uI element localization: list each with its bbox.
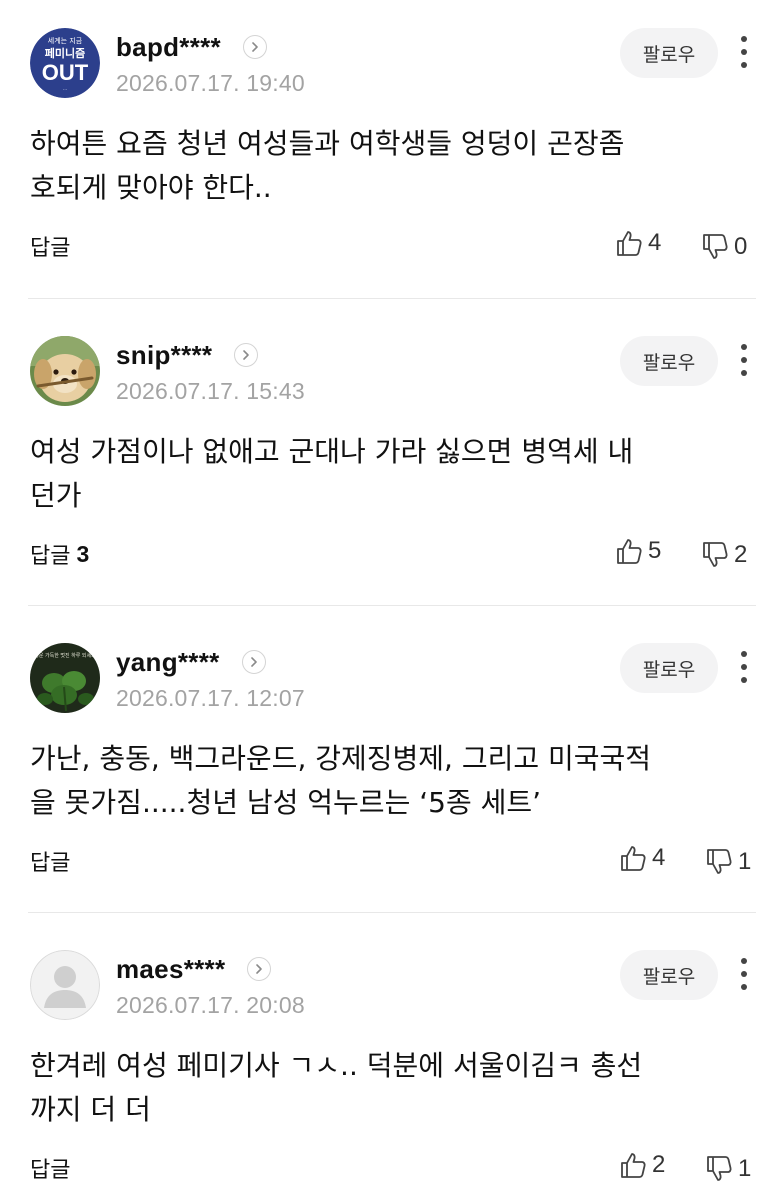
divider xyxy=(28,912,756,913)
avatar-badge-mid-text: 페미니즘 xyxy=(45,46,85,60)
reply-label: 답글 xyxy=(30,544,71,569)
avatar-badge-top-text: 세계는 지금 xyxy=(48,36,83,45)
reply-count: 3 xyxy=(76,540,90,567)
comment-item: snip**** 2026.07.17. 15:43 팔로우 여성 가점이나 없… xyxy=(0,336,783,606)
timestamp: 2026.07.17. 20:08 xyxy=(116,992,305,1018)
reply-button[interactable]: 답글 3 xyxy=(30,538,89,570)
avatar[interactable] xyxy=(30,950,100,1020)
like-count: 5 xyxy=(648,537,662,564)
reply-label: 답글 xyxy=(30,236,71,261)
comment-text: 여성 가점이나 없애고 군대나 가라 싫으면 병역세 내 던가 xyxy=(30,435,634,512)
dislike-count: 1 xyxy=(738,848,752,875)
more-vertical-icon[interactable] xyxy=(730,647,758,687)
reply-button[interactable]: 답글 xyxy=(30,1152,76,1184)
reply-button[interactable]: 답글 xyxy=(30,230,76,262)
thumbs-up-icon xyxy=(617,231,642,256)
username-row: bapd**** xyxy=(116,32,267,62)
dislike-count: 1 xyxy=(738,1155,752,1182)
thumbs-up-icon xyxy=(621,1153,646,1178)
username-row: maes**** xyxy=(116,954,272,985)
like-count: 4 xyxy=(648,229,662,256)
timestamp: 2026.07.17. 19:40 xyxy=(116,70,305,96)
username[interactable]: maes**** xyxy=(116,954,225,985)
chevron-right-icon[interactable] xyxy=(242,35,267,59)
comment-item: 세계는 지금 페미니즘 OUT ... bapd**** 2026.07.17.… xyxy=(0,28,783,298)
thumbs-up-icon xyxy=(617,539,642,564)
more-vertical-icon[interactable] xyxy=(730,32,758,72)
divider xyxy=(28,605,756,606)
like-button[interactable]: 4 xyxy=(614,228,661,258)
follow-button[interactable]: 팔로우 xyxy=(620,336,718,386)
comment-text: 한겨레 여성 페미기사 ㄱㅅ.. 덕분에 서울이김ㅋ 총선 까지 더 더 xyxy=(30,1049,643,1126)
thumbs-down-icon xyxy=(703,234,728,259)
divider xyxy=(28,298,756,299)
like-button[interactable]: 2 xyxy=(618,1150,665,1180)
chevron-right-icon[interactable] xyxy=(234,343,259,367)
comment-item: maes**** 2026.07.17. 20:08 팔로우 한겨레 여성 페미… xyxy=(0,950,783,1200)
avatar[interactable] xyxy=(30,336,100,406)
comment-text: 하여튼 요즘 청년 여성들과 여학생들 엉덩이 곤장좀 호되게 맞아야 한다.. xyxy=(30,127,625,204)
more-vertical-icon[interactable] xyxy=(730,954,758,994)
username-row: yang**** xyxy=(116,647,266,677)
reply-button[interactable]: 답글 xyxy=(30,845,76,877)
follow-button[interactable]: 팔로우 xyxy=(620,28,718,78)
username[interactable]: yang**** xyxy=(116,647,220,678)
follow-button[interactable]: 팔로우 xyxy=(620,950,718,1000)
comment-text: 가난, 충동, 백그라운드, 강제징병제, 그리고 미국국적 을 못가짐....… xyxy=(30,742,652,819)
avatar[interactable]: 행운 가득한 멋진 하루 되세요 xyxy=(30,643,100,713)
thumbs-down-icon xyxy=(703,542,728,567)
avatar-badge-bottom-text: ... xyxy=(63,86,68,92)
dislike-button[interactable]: 2 xyxy=(700,540,747,570)
like-count: 2 xyxy=(652,1151,666,1178)
timestamp: 2026.07.17. 15:43 xyxy=(116,378,305,404)
like-count: 4 xyxy=(652,844,666,871)
dislike-button[interactable]: 1 xyxy=(704,1154,751,1184)
reply-label: 답글 xyxy=(30,1158,71,1183)
follow-button[interactable]: 팔로우 xyxy=(620,643,718,693)
avatar-caption: 행운 가득한 멋진 하루 되세요 xyxy=(34,652,96,659)
avatar-badge-big-text: OUT xyxy=(42,60,89,85)
dislike-button[interactable]: 0 xyxy=(700,232,747,262)
username-row: snip**** xyxy=(116,340,259,371)
dislike-count: 2 xyxy=(734,541,748,568)
thumbs-up-icon xyxy=(621,846,646,871)
timestamp: 2026.07.17. 12:07 xyxy=(116,685,305,711)
username[interactable]: snip**** xyxy=(116,340,212,371)
thumbs-down-icon xyxy=(707,849,732,874)
username[interactable]: bapd**** xyxy=(116,32,221,63)
reply-label: 답글 xyxy=(30,851,71,876)
comment-item: 행운 가득한 멋진 하루 되세요 yang**** 2026.07.17. 12… xyxy=(0,643,783,913)
thumbs-down-icon xyxy=(707,1156,732,1181)
chevron-right-icon[interactable] xyxy=(241,650,266,674)
dislike-button[interactable]: 1 xyxy=(704,847,751,877)
avatar[interactable]: 세계는 지금 페미니즘 OUT ... xyxy=(30,28,100,98)
chevron-right-icon[interactable] xyxy=(247,957,272,981)
like-button[interactable]: 5 xyxy=(614,536,661,566)
like-button[interactable]: 4 xyxy=(618,843,665,873)
dislike-count: 0 xyxy=(734,233,748,260)
more-vertical-icon[interactable] xyxy=(730,340,758,380)
